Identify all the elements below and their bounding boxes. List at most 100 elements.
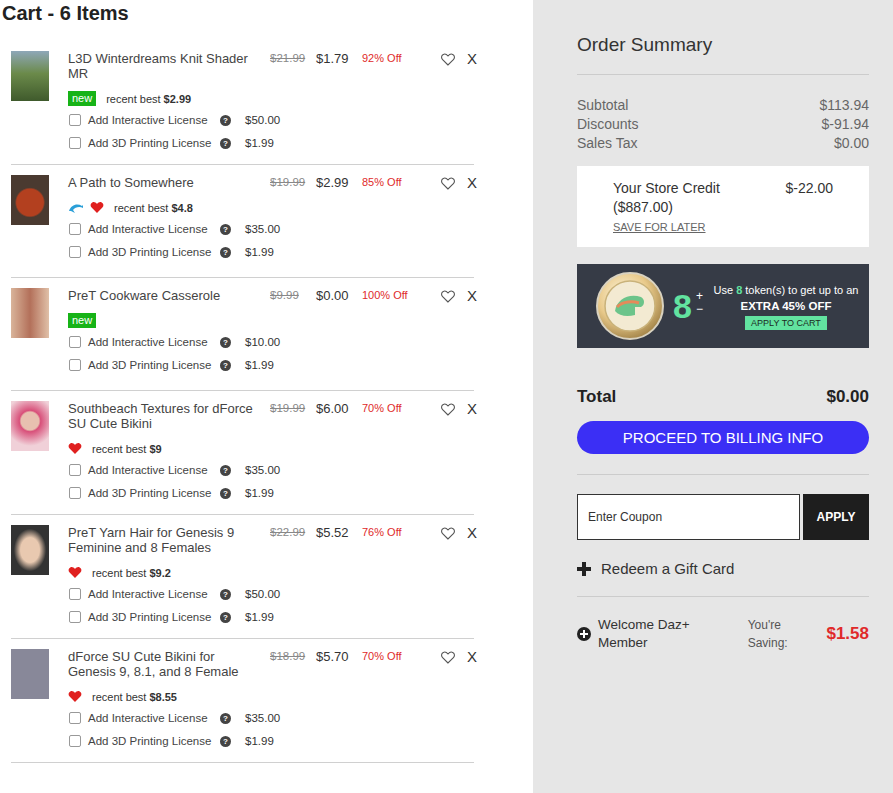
product-name[interactable]: L3D Winterdreams Knit Shader MR — [68, 51, 253, 81]
product-name[interactable]: PreT Cookware Casserole — [68, 288, 253, 303]
heart-icon — [90, 201, 104, 214]
token-text: Use 8 token(s) to get up to an — [709, 282, 863, 298]
help-icon[interactable]: ? — [220, 465, 231, 476]
license-label[interactable]: Add 3D Printing License — [88, 358, 220, 372]
license-label[interactable]: Add 3D Printing License — [88, 610, 220, 624]
token-minus[interactable]: − — [696, 303, 703, 316]
save-for-later-link[interactable]: SAVE FOR LATER — [613, 221, 706, 233]
product-name[interactable]: dForce SU Cute Bikini for Genesis 9, 8.1… — [68, 649, 253, 679]
license-checkbox[interactable] — [69, 137, 81, 149]
product-thumbnail[interactable] — [11, 401, 49, 451]
help-icon[interactable]: ? — [220, 713, 231, 724]
help-icon[interactable]: ? — [220, 736, 231, 747]
product-thumbnail[interactable] — [11, 649, 49, 699]
license-label[interactable]: Add Interactive License — [88, 335, 220, 349]
license-checkbox[interactable] — [69, 712, 81, 724]
apply-coupon-button[interactable]: APPLY — [803, 494, 869, 540]
license-label[interactable]: Add Interactive License — [88, 113, 220, 127]
item-header: PreT Yarn Hair for Genesis 9 Feminine an… — [68, 525, 474, 555]
remove-button[interactable]: X — [467, 401, 479, 416]
license-label[interactable]: Add 3D Printing License — [88, 486, 220, 500]
product-name[interactable]: PreT Yarn Hair for Genesis 9 Feminine an… — [68, 525, 253, 555]
discount-label: 76% Off — [362, 525, 441, 540]
redeem-gift-card[interactable]: Redeem a Gift Card — [577, 560, 869, 578]
license-checkbox[interactable] — [69, 735, 81, 747]
wishlist-heart-icon[interactable] — [441, 651, 455, 664]
help-icon[interactable]: ? — [220, 360, 231, 371]
help-icon[interactable]: ? — [220, 589, 231, 600]
discount-label: 85% Off — [362, 175, 441, 190]
help-icon[interactable]: ? — [220, 138, 231, 149]
recent-best-label: recent best — [92, 443, 146, 455]
summary-label: Sales Tax — [577, 134, 637, 153]
product-name[interactable]: A Path to Somewhere — [68, 175, 253, 190]
item-details: L3D Winterdreams Knit Shader MR$21.99$1.… — [68, 51, 474, 150]
remove-button[interactable]: X — [467, 288, 479, 303]
license-checkbox[interactable] — [69, 223, 81, 235]
remove-button[interactable]: X — [467, 525, 479, 540]
proceed-button[interactable]: PROCEED TO BILLING INFO — [577, 421, 869, 454]
license-price: $1.99 — [245, 486, 274, 500]
wishlist-heart-icon[interactable] — [441, 290, 455, 303]
plus-icon[interactable] — [577, 562, 591, 576]
license-checkbox[interactable] — [69, 611, 81, 623]
help-icon[interactable]: ? — [220, 224, 231, 235]
original-price: $9.99 — [270, 288, 316, 303]
apply-to-cart-button[interactable]: APPLY TO CART — [745, 316, 827, 330]
cart-item: PreT Cookware Casserole$9.99$0.00100% Of… — [11, 278, 474, 391]
product-name[interactable]: Southbeach Textures for dForce SU Cute B… — [68, 401, 253, 431]
license-price: $35.00 — [245, 463, 280, 477]
coupon-input[interactable] — [577, 494, 800, 540]
token-plus[interactable]: + — [696, 290, 703, 303]
help-icon[interactable]: ? — [220, 337, 231, 348]
cart-panel: Cart - 6 ItemsL3D Winterdreams Knit Shad… — [0, 0, 533, 793]
license-checkbox[interactable] — [69, 359, 81, 371]
wishlist-heart-icon[interactable] — [441, 527, 455, 540]
expand-plus-icon[interactable] — [577, 627, 591, 641]
remove-button[interactable]: X — [467, 175, 479, 190]
help-icon[interactable]: ? — [220, 247, 231, 258]
license-checkbox[interactable] — [69, 487, 81, 499]
license-label[interactable]: Add Interactive License — [88, 222, 220, 236]
product-thumbnail[interactable] — [11, 51, 49, 101]
license-option: Add 3D Printing License?$1.99 — [68, 734, 474, 748]
wishlist-heart-icon[interactable] — [441, 177, 455, 190]
license-price: $1.99 — [245, 358, 274, 372]
item-meta: newrecent best$2.99 — [68, 91, 474, 106]
item-header: L3D Winterdreams Knit Shader MR$21.99$1.… — [68, 51, 474, 81]
license-label[interactable]: Add 3D Printing License — [88, 245, 220, 259]
license-checkbox[interactable] — [69, 246, 81, 258]
license-label[interactable]: Add Interactive License — [88, 587, 220, 601]
license-checkbox[interactable] — [69, 464, 81, 476]
wishlist-heart-icon[interactable] — [441, 53, 455, 66]
token-coin-icon — [595, 271, 665, 341]
product-thumbnail[interactable] — [11, 288, 49, 338]
license-label[interactable]: Add Interactive License — [88, 463, 220, 477]
license-label[interactable]: Add 3D Printing License — [88, 136, 220, 150]
license-checkbox[interactable] — [69, 588, 81, 600]
license-label[interactable]: Add 3D Printing License — [88, 734, 220, 748]
heart-icon — [68, 442, 82, 455]
help-icon[interactable]: ? — [220, 115, 231, 126]
cart-item: dForce SU Cute Bikini for Genesis 9, 8.1… — [11, 639, 474, 763]
license-label[interactable]: Add Interactive License — [88, 711, 220, 725]
recent-best-price: $9.2 — [149, 567, 170, 579]
product-thumbnail[interactable] — [11, 525, 49, 575]
remove-button[interactable]: X — [467, 649, 479, 664]
product-thumbnail[interactable] — [11, 175, 49, 225]
help-icon[interactable]: ? — [220, 612, 231, 623]
token-info: Use 8 token(s) to get up to anEXTRA 45% … — [703, 278, 869, 334]
license-checkbox[interactable] — [69, 114, 81, 126]
help-icon[interactable]: ? — [220, 488, 231, 499]
wishlist-heart-icon[interactable] — [441, 403, 455, 416]
remove-button[interactable]: X — [467, 51, 479, 66]
item-details: A Path to Somewhere$19.99$2.9985% OffXre… — [68, 175, 474, 263]
gift-card-label[interactable]: Redeem a Gift Card — [601, 560, 734, 578]
item-meta: recent best$9.2 — [68, 565, 474, 580]
license-checkbox[interactable] — [69, 336, 81, 348]
recent-best-price: $4.8 — [171, 202, 192, 214]
license-price: $50.00 — [245, 587, 280, 601]
license-option: Add Interactive License?$10.00 — [68, 335, 474, 349]
discount-label: 92% Off — [362, 51, 441, 66]
item-details: PreT Yarn Hair for Genesis 9 Feminine an… — [68, 525, 474, 624]
